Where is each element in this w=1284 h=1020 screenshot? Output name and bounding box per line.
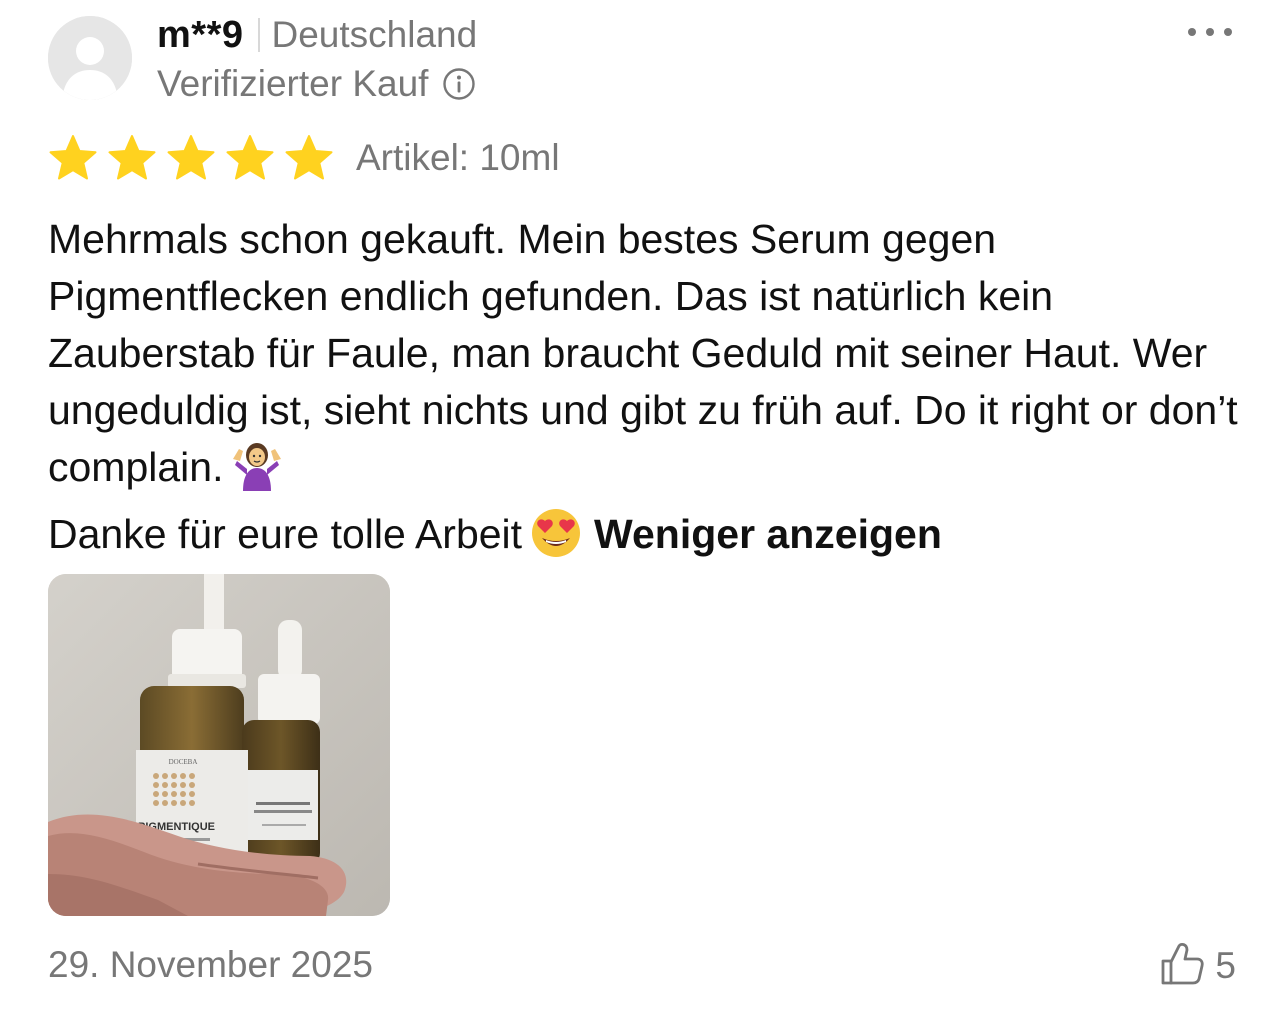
reviewer-line: m**9 Deutschland (157, 12, 477, 58)
variant-label: Artikel: 10ml (356, 137, 560, 178)
review-paragraph-1: Mehrmals schon gekauft. Mein bestes Seru… (48, 211, 1248, 506)
info-circle-icon[interactable] (442, 67, 476, 101)
heart-eyes-emoji (528, 506, 584, 573)
star-icon (108, 135, 156, 180)
review-photo[interactable]: DOCEBA PIGMENTIQUE (48, 574, 390, 916)
star-rating (48, 134, 334, 182)
thumbs-up-icon (1159, 941, 1205, 992)
star-icon (285, 135, 333, 180)
helpful-count: 5 (1215, 945, 1236, 986)
helpful-button[interactable]: 5 (1159, 940, 1236, 992)
star-icon (49, 135, 97, 180)
separator (257, 18, 260, 52)
photo-brand-text: DOCEBA (169, 758, 198, 766)
person-shrugging-emoji (229, 439, 285, 506)
review-text-part2: Danke für eure tolle Arbeit (48, 511, 523, 557)
review-body: Mehrmals schon gekauft. Mein bestes Seru… (48, 211, 1248, 573)
show-less-link[interactable]: Weniger anzeigen (594, 511, 942, 557)
verified-label: Verifizierter Kauf (157, 63, 429, 104)
star-icon (226, 135, 274, 180)
reviewer-country: Deutschland (271, 14, 478, 55)
more-dots-icon (1188, 28, 1196, 36)
more-options-button[interactable] (1188, 22, 1232, 42)
reviewer-name: m**9 (157, 13, 244, 56)
rating-row: Artikel: 10ml (48, 132, 560, 184)
review-paragraph-2: Danke für eure tolle Arbeit Weniger anze… (48, 506, 1248, 573)
user-avatar-placeholder-icon (48, 16, 132, 100)
verified-purchase: Verifizierter Kauf (157, 62, 476, 106)
review-text-part1: Mehrmals schon gekauft. Mein bestes Seru… (48, 216, 1238, 490)
review-date: 29. November 2025 (48, 944, 373, 985)
star-icon (167, 135, 215, 180)
avatar (48, 16, 132, 100)
